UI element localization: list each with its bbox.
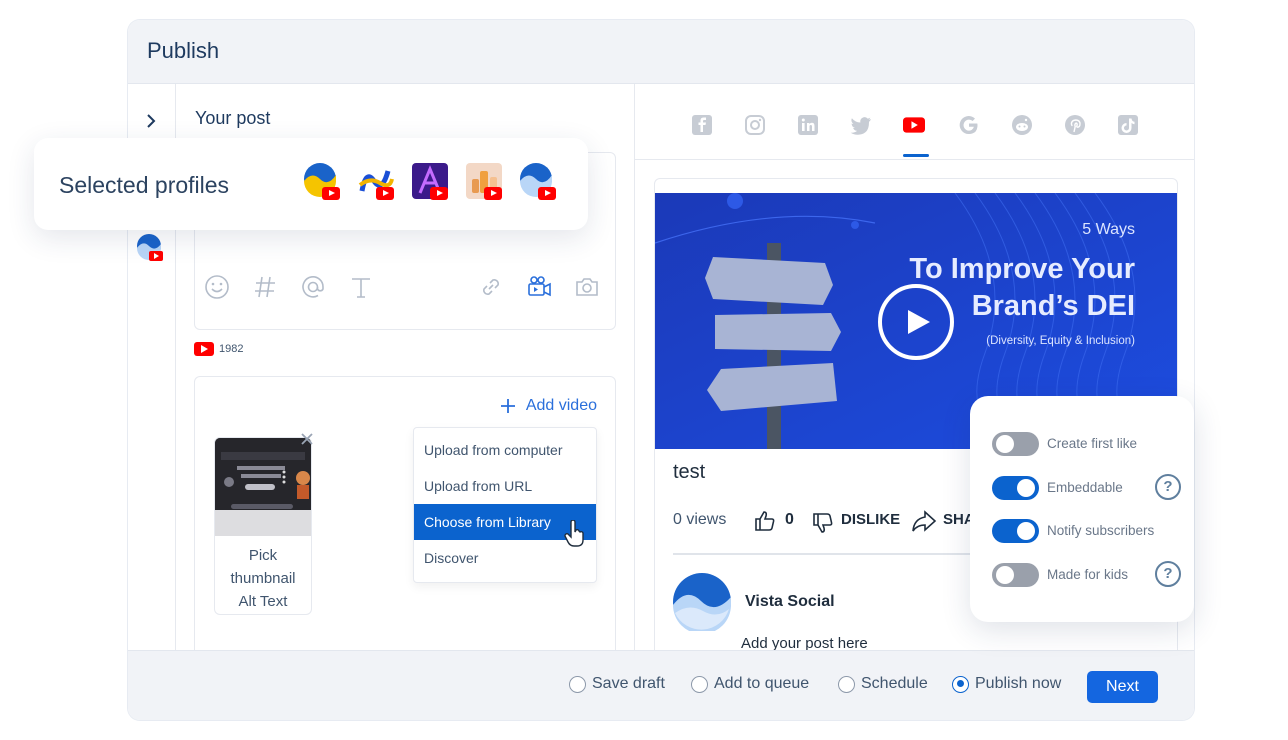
video-heading-small: 5 Ways <box>1082 221 1135 238</box>
create-first-like-label: Create first like <box>1047 436 1138 451</box>
plus-icon <box>500 399 515 413</box>
reddit-icon[interactable] <box>1011 114 1033 136</box>
next-button[interactable]: Next <box>1087 671 1158 703</box>
add-to-queue-option[interactable]: Add to queue <box>691 675 809 693</box>
thumbnail-actions: Pick thumbnail Alt Text <box>215 544 311 613</box>
emoji-icon[interactable] <box>203 273 231 301</box>
video-heading-sub: (Diversity, Equity & Inclusion) <box>986 335 1135 347</box>
setting-notify-subscribers: Notify subscribers <box>992 517 1182 543</box>
close-icon[interactable] <box>300 432 314 446</box>
profile-avatar[interactable] <box>520 163 556 200</box>
youtube-settings-panel: Create first like Embeddable ? Notify su… <box>970 396 1194 622</box>
pick-thumbnail-link[interactable]: Pick <box>215 544 311 567</box>
schedule-radio[interactable] <box>838 675 855 693</box>
embeddable-label: Embeddable <box>1047 480 1123 495</box>
setting-embeddable: Embeddable ? <box>992 474 1182 500</box>
setting-made-for-kids: Made for kids ? <box>992 561 1182 587</box>
schedule-label: Schedule <box>861 675 928 692</box>
add-video-button[interactable]: Add video <box>500 397 597 415</box>
youtube-icon <box>430 187 448 200</box>
youtube-char-count: 1982 <box>194 342 243 356</box>
video-camera-icon[interactable] <box>525 273 553 301</box>
youtube-icon <box>376 187 394 200</box>
share-icon[interactable] <box>911 509 937 533</box>
youtube-icon <box>322 187 340 200</box>
views-count: 0 views <box>673 511 727 528</box>
publish-now-radio[interactable] <box>952 675 969 693</box>
help-icon[interactable]: ? <box>1155 474 1181 500</box>
instagram-icon[interactable] <box>744 114 766 136</box>
add-video-label: Add video <box>525 397 597 414</box>
google-icon[interactable] <box>958 114 980 136</box>
youtube-icon <box>538 187 556 200</box>
setting-create-first-like: Create first like <box>992 430 1182 456</box>
profile-avatar[interactable] <box>137 234 165 264</box>
tiktok-icon[interactable] <box>1117 114 1139 136</box>
add-video-menu: Upload from computer Upload from URL Cho… <box>413 427 597 583</box>
selected-profiles-label: Selected profiles <box>59 172 230 198</box>
selected-profiles-panel: Selected profiles <box>34 138 588 230</box>
mention-icon[interactable] <box>299 273 327 301</box>
header: Publish <box>128 20 1194 84</box>
link-icon[interactable] <box>477 273 505 301</box>
thumbs-down-icon[interactable] <box>811 511 835 535</box>
footer-bar: Save draft Add to queue Schedule Publish… <box>128 650 1194 720</box>
save-draft-radio[interactable] <box>569 675 586 693</box>
network-tabs <box>635 84 1194 160</box>
made-for-kids-toggle[interactable] <box>992 563 1039 587</box>
schedule-option[interactable]: Schedule <box>838 675 928 693</box>
linkedin-icon[interactable] <box>797 114 819 136</box>
publish-now-label: Publish now <box>975 675 1062 692</box>
your-post-heading: Your post <box>195 108 271 128</box>
save-draft-label: Save draft <box>592 675 665 692</box>
menu-upload-computer[interactable]: Upload from computer <box>414 432 596 468</box>
thumbs-up-icon[interactable] <box>753 509 777 533</box>
text-icon[interactable] <box>347 273 375 301</box>
dislike-label[interactable]: DISLIKE <box>841 511 900 528</box>
chevron-right-icon[interactable] <box>144 112 158 130</box>
embeddable-toggle[interactable] <box>992 476 1039 500</box>
made-for-kids-label: Made for kids <box>1047 567 1129 582</box>
video-heading-line2: Brand’s DEI <box>971 290 1135 322</box>
hand-cursor-icon <box>564 520 584 547</box>
create-first-like-toggle[interactable] <box>992 432 1039 456</box>
profile-avatar[interactable] <box>466 163 502 200</box>
thumbnail-link[interactable]: thumbnail <box>215 567 311 590</box>
camera-icon[interactable] <box>573 273 601 301</box>
video-title: test <box>673 461 706 483</box>
pinterest-icon[interactable] <box>1064 114 1086 136</box>
media-box: Add video Pick thumbnail Alt Text Upload… <box>194 376 616 666</box>
add-to-queue-radio[interactable] <box>691 675 708 693</box>
page-title: Publish <box>147 38 220 63</box>
active-tab-indicator <box>903 154 929 157</box>
twitter-icon[interactable] <box>850 114 872 136</box>
likes-count: 0 <box>785 511 794 528</box>
profile-avatar[interactable] <box>304 163 340 200</box>
save-draft-option[interactable]: Save draft <box>569 675 665 693</box>
notify-subscribers-label: Notify subscribers <box>1047 523 1155 538</box>
add-to-queue-label: Add to queue <box>714 675 810 692</box>
video-heading-line1: To Improve Your <box>909 253 1135 285</box>
editor-toolbar <box>195 273 615 309</box>
video-thumbnail <box>215 438 311 536</box>
video-thumbnail-card[interactable]: Pick thumbnail Alt Text <box>214 437 312 615</box>
youtube-icon <box>194 342 214 356</box>
alt-text-link[interactable]: Alt Text <box>215 590 311 613</box>
youtube-icon <box>484 187 502 200</box>
help-icon[interactable]: ? <box>1155 561 1181 587</box>
youtube-tab-icon[interactable] <box>903 114 925 136</box>
channel-avatar <box>673 573 731 631</box>
menu-upload-url[interactable]: Upload from URL <box>414 468 596 504</box>
profile-avatar[interactable] <box>412 163 448 200</box>
facebook-icon[interactable] <box>691 114 713 136</box>
char-count-value: 1982 <box>219 343 244 355</box>
hashtag-icon[interactable] <box>251 273 279 301</box>
publish-now-option[interactable]: Publish now <box>952 675 1061 693</box>
profile-avatar[interactable] <box>358 163 394 200</box>
play-icon[interactable] <box>877 283 955 361</box>
notify-subscribers-toggle[interactable] <box>992 519 1039 543</box>
channel-name: Vista Social <box>745 593 835 610</box>
